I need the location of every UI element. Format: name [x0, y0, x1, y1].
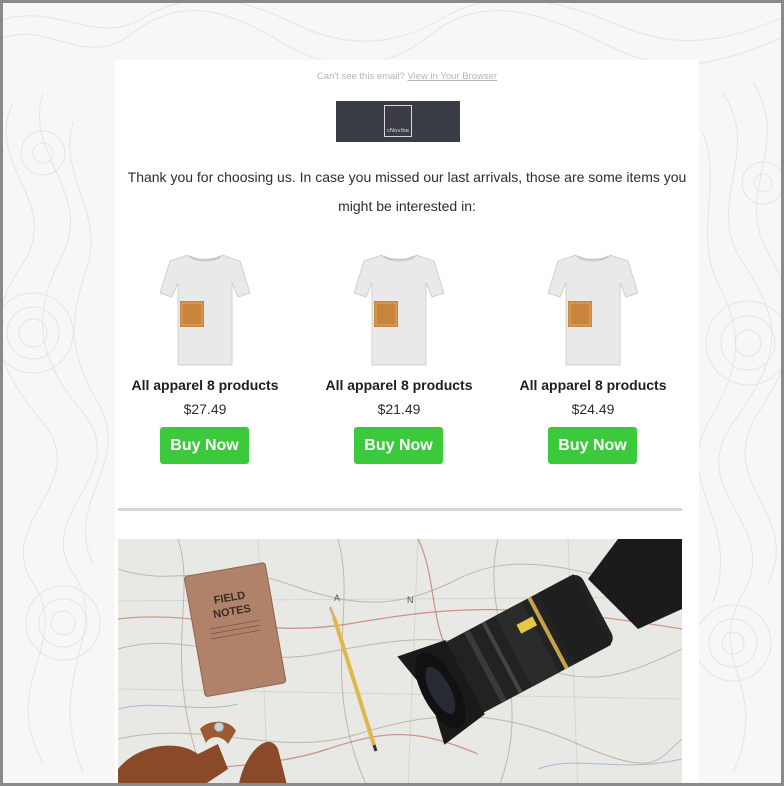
logo-mark: cNovibe	[384, 105, 412, 137]
product-name[interactable]: All apparel 8 products	[115, 377, 295, 393]
map-letter-n: N	[407, 595, 414, 605]
buy-now-button[interactable]: Buy Now	[548, 427, 637, 464]
brand-logo[interactable]: cNovibe	[336, 101, 460, 142]
preheader: Can't see this email? View in Your Brows…	[115, 71, 699, 82]
tshirt-product-image[interactable]	[354, 251, 444, 367]
email-frame: Can't see this email? View in Your Brows…	[0, 0, 784, 786]
buy-now-button[interactable]: Buy Now	[354, 427, 443, 464]
product-card: All apparel 8 products $21.49 Buy Now	[309, 245, 489, 470]
tshirt-product-image[interactable]	[548, 251, 638, 367]
product-price: $24.49	[571, 401, 615, 417]
preheader-text: Can't see this email?	[316, 71, 405, 82]
view-in-browser-link[interactable]: View in Your Browser	[407, 71, 497, 82]
email-card: Can't see this email? View in Your Brows…	[115, 60, 699, 786]
section-divider	[118, 508, 682, 511]
product-name[interactable]: All apparel 8 products	[309, 377, 489, 393]
product-card: All apparel 8 products $27.49 Buy Now	[115, 245, 295, 470]
intro-text: Thank you for choosing us. In case you m…	[127, 169, 687, 214]
tshirt-product-image[interactable]	[160, 251, 250, 367]
product-name[interactable]: All apparel 8 products	[503, 377, 683, 393]
logo-text: cNovibe	[386, 128, 410, 134]
map-letter-a: A	[334, 593, 340, 603]
product-card: All apparel 8 products $24.49 Buy Now	[503, 245, 683, 470]
product-price: $21.49	[377, 401, 421, 417]
product-grid: All apparel 8 products $27.49 Buy Now Al…	[115, 245, 699, 470]
hero-image[interactable]: A N FIELD NOTES	[118, 539, 682, 786]
product-price: $27.49	[183, 401, 227, 417]
buy-now-button[interactable]: Buy Now	[160, 427, 249, 464]
